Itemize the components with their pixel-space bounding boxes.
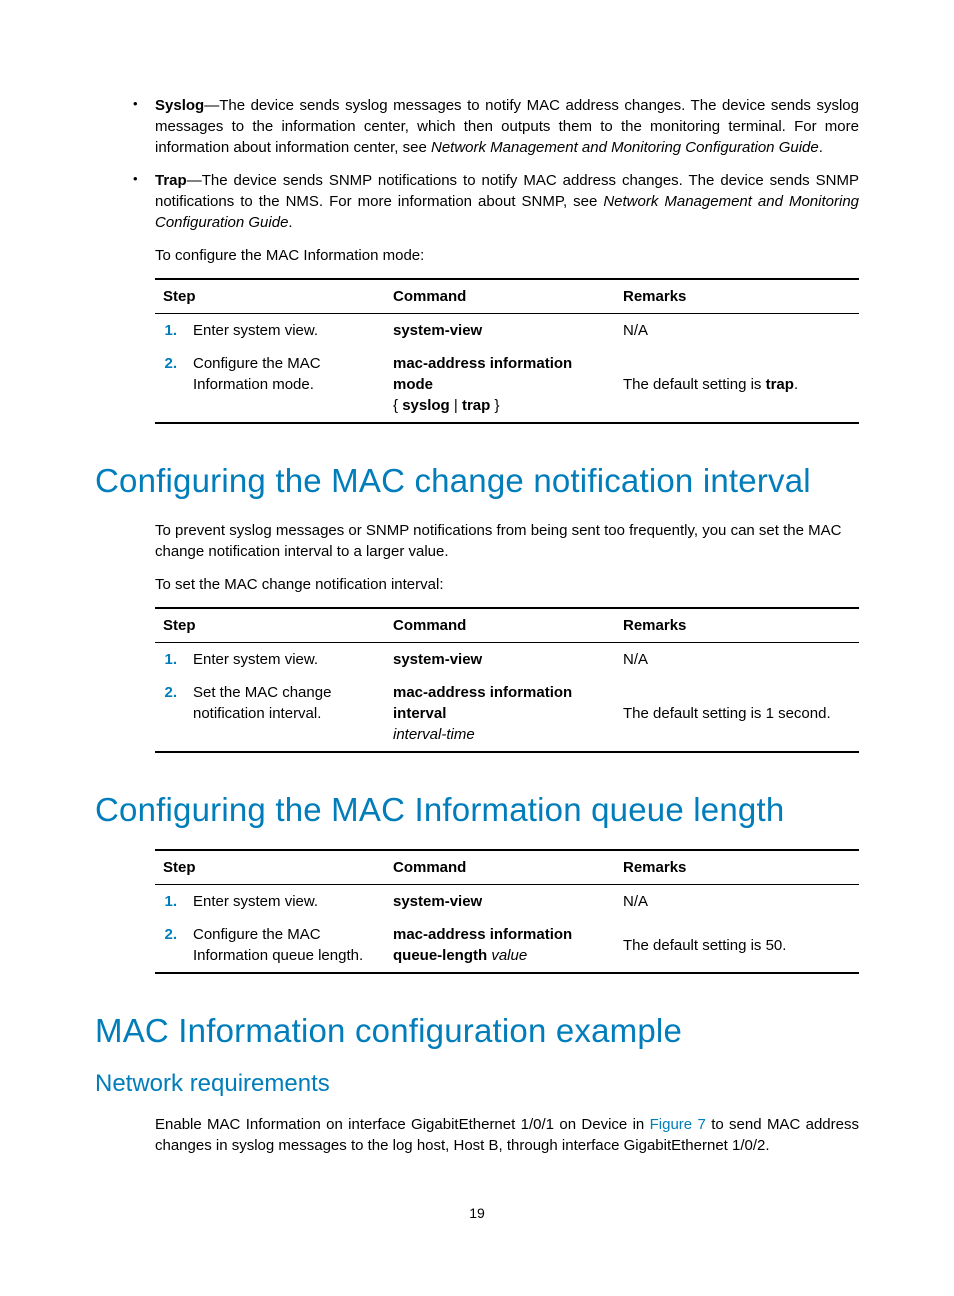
th-step: Step <box>155 608 385 643</box>
table-row: 2. Configure the MAC Information queue l… <box>155 918 859 973</box>
remarks-cell: N/A <box>615 885 859 919</box>
step-number: 1. <box>155 885 185 919</box>
bullet-syslog: Syslog—The device sends syslog messages … <box>155 95 859 158</box>
step-text: Enter system view. <box>185 314 385 348</box>
bullet-tail: . <box>819 139 823 156</box>
th-command: Command <box>385 608 615 643</box>
step-number: 2. <box>155 347 185 423</box>
command-cell: system-view <box>385 885 615 919</box>
command-bold: mac-address information interval <box>393 684 572 722</box>
th-remarks: Remarks <box>615 850 859 885</box>
table-notification-interval: Step Command Remarks 1. Enter system vie… <box>155 607 859 753</box>
command-italic: value <box>487 947 527 964</box>
remarks-cell: N/A <box>615 643 859 677</box>
th-step: Step <box>155 850 385 885</box>
command-cell: mac-address information mode { syslog | t… <box>385 347 615 423</box>
step-text: Set the MAC change notification interval… <box>185 676 385 752</box>
th-command: Command <box>385 279 615 314</box>
table-row: 1. Enter system view. system-view N/A <box>155 643 859 677</box>
table-row: 1. Enter system view. system-view N/A <box>155 885 859 919</box>
heading-queue-length: Configuring the MAC Information queue le… <box>95 791 859 829</box>
heading-config-example: MAC Information configuration example <box>95 1012 859 1050</box>
step-text: Enter system view. <box>185 643 385 677</box>
command-bold: system-view <box>393 651 482 668</box>
bullet-list: Syslog—The device sends syslog messages … <box>95 95 859 233</box>
subheading-network-req: Network requirements <box>95 1070 859 1098</box>
step-number: 2. <box>155 918 185 973</box>
table-mac-info-mode: Step Command Remarks 1. Enter system vie… <box>155 278 859 424</box>
th-remarks: Remarks <box>615 608 859 643</box>
bullet-term: Trap <box>155 172 187 189</box>
remarks-bold: trap <box>766 376 794 393</box>
remarks-text: The default setting is <box>623 376 766 393</box>
step-text: Configure the MAC Information queue leng… <box>185 918 385 973</box>
command-rest: { syslog | trap } <box>393 397 499 414</box>
para-network-req: Enable MAC Information on interface Giga… <box>155 1114 859 1156</box>
command-bold: system-view <box>393 322 482 339</box>
th-step: Step <box>155 279 385 314</box>
command-italic: interval-time <box>393 726 475 743</box>
step-number: 1. <box>155 643 185 677</box>
step-text: Enter system view. <box>185 885 385 919</box>
remarks-cell: The default setting is 1 second. <box>615 676 859 752</box>
intro-configure-mode: To configure the MAC Information mode: <box>155 245 859 266</box>
heading-notification-interval: Configuring the MAC change notification … <box>95 462 859 500</box>
remarks-cell: The default setting is trap. <box>615 347 859 423</box>
table-row: 2. Configure the MAC Information mode. m… <box>155 347 859 423</box>
bullet-term: Syslog <box>155 97 204 114</box>
command-cell: system-view <box>385 314 615 348</box>
table-row: 2. Set the MAC change notification inter… <box>155 676 859 752</box>
remarks-cell: The default setting is 50. <box>615 918 859 973</box>
command-bold: mac-address information mode <box>393 355 572 393</box>
intro-set-interval: To set the MAC change notification inter… <box>155 574 859 595</box>
command-cell: mac-address information queue-length val… <box>385 918 615 973</box>
step-number: 1. <box>155 314 185 348</box>
remarks-tail: . <box>794 376 798 393</box>
step-text: Configure the MAC Information mode. <box>185 347 385 423</box>
para-before-link: Enable MAC Information on interface Giga… <box>155 1116 650 1133</box>
command-cell: system-view <box>385 643 615 677</box>
th-command: Command <box>385 850 615 885</box>
doc-ref: Network Management and Monitoring Config… <box>431 139 819 156</box>
bullet-tail: . <box>288 214 292 231</box>
bullet-trap: Trap—The device sends SNMP notifications… <box>155 170 859 233</box>
command-cell: mac-address information interval interval… <box>385 676 615 752</box>
command-bold: mac-address information queue-length <box>393 926 572 964</box>
para-interval: To prevent syslog messages or SNMP notif… <box>155 520 859 562</box>
page-number: 19 <box>0 1205 954 1221</box>
figure-link[interactable]: Figure 7 <box>650 1116 706 1133</box>
step-number: 2. <box>155 676 185 752</box>
table-queue-length: Step Command Remarks 1. Enter system vie… <box>155 849 859 974</box>
th-remarks: Remarks <box>615 279 859 314</box>
remarks-cell: N/A <box>615 314 859 348</box>
table-row: 1. Enter system view. system-view N/A <box>155 314 859 348</box>
command-bold: system-view <box>393 893 482 910</box>
